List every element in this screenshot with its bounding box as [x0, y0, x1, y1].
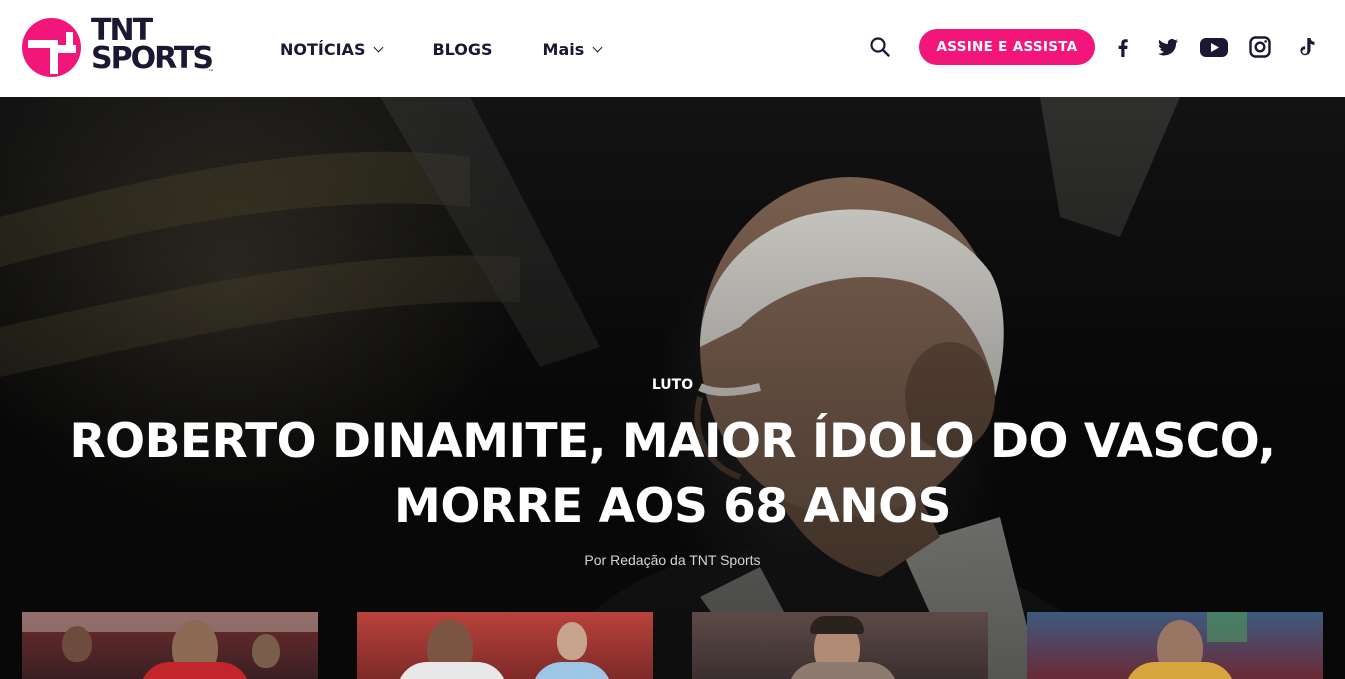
youtube-icon[interactable] — [1199, 35, 1229, 59]
news-card-4[interactable] — [1027, 612, 1323, 679]
hero-headline[interactable]: ROBERTO DINAMITE, MAIOR ÍDOLO DO VASCO, … — [60, 409, 1285, 539]
logo-line-2: SPORTS — [91, 41, 214, 76]
site-header: TNT SPORTS ™ NOTÍCIAS BLOGS Mais ASSINE … — [0, 0, 1345, 97]
tiktok-icon[interactable] — [1294, 35, 1318, 59]
hero-category-tag[interactable]: LUTO — [0, 377, 1345, 393]
hero-byline: Por Redação da TNT Sports — [584, 552, 761, 568]
news-card-3[interactable] — [692, 612, 988, 679]
chevron-down-icon — [592, 42, 603, 52]
twitter-icon[interactable] — [1156, 35, 1180, 59]
nav-item-blogs[interactable]: BLOGS — [432, 40, 492, 59]
facebook-icon[interactable] — [1111, 35, 1135, 59]
hero-banner[interactable]: LUTO ROBERTO DINAMITE, MAIOR ÍDOLO DO VA… — [0, 97, 1345, 679]
tnt-sports-logo[interactable]: TNT SPORTS ™ — [22, 16, 217, 79]
news-card-1[interactable] — [22, 612, 318, 679]
instagram-icon[interactable] — [1248, 35, 1272, 59]
main-nav: NOTÍCIAS BLOGS Mais — [280, 38, 651, 60]
news-card-row — [22, 612, 1323, 679]
tnt-logo-mark-icon — [22, 18, 81, 77]
nav-item-mais[interactable]: Mais — [542, 39, 603, 59]
logo-trademark: ™ — [208, 69, 214, 76]
nav-item-label: BLOGS — [432, 39, 493, 59]
news-card-2[interactable] — [357, 612, 653, 679]
nav-item-label: NOTÍCIAS — [280, 39, 366, 59]
subscribe-button[interactable]: ASSINE E ASSISTA — [919, 29, 1095, 65]
logo-wordmark: TNT SPORTS — [91, 16, 214, 76]
nav-item-label: Mais — [542, 39, 585, 59]
nav-item-noticias[interactable]: NOTÍCIAS — [280, 39, 384, 59]
chevron-down-icon — [374, 42, 384, 52]
search-icon[interactable] — [869, 36, 891, 58]
